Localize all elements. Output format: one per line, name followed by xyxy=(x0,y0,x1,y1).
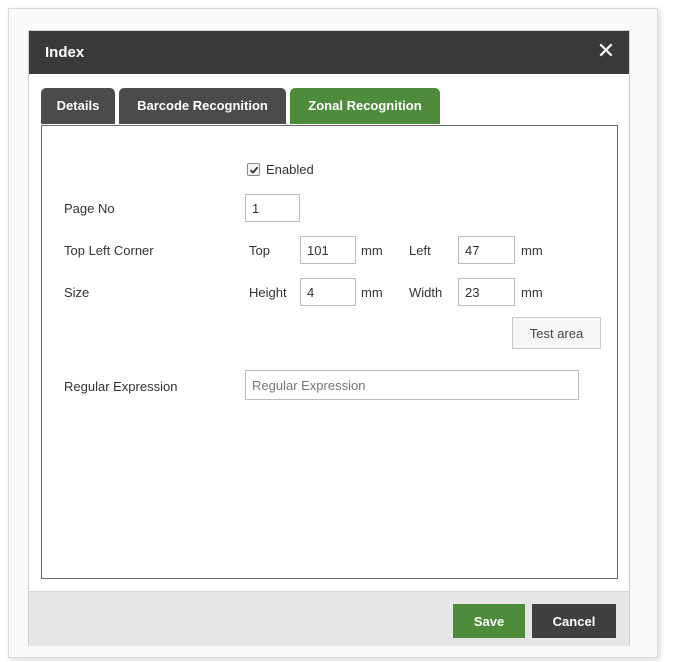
width-input[interactable] xyxy=(458,278,515,306)
regular-expression-label: Regular Expression xyxy=(64,379,178,394)
left-label: Left xyxy=(409,243,431,258)
checkmark-icon xyxy=(249,166,259,174)
enabled-label: Enabled xyxy=(266,162,314,177)
index-dialog: Index ✕ Details Barcode Recognition Zona… xyxy=(28,30,630,646)
save-button[interactable]: Save xyxy=(453,604,525,638)
top-input[interactable] xyxy=(300,236,356,264)
height-input[interactable] xyxy=(300,278,356,306)
top-label: Top xyxy=(249,243,270,258)
test-area-button[interactable]: Test area xyxy=(512,317,601,349)
zonal-recognition-panel: Enabled Page No Top Left Corner Top mm L… xyxy=(41,125,618,579)
top-left-corner-label: Top Left Corner xyxy=(64,243,154,258)
left-input[interactable] xyxy=(458,236,515,264)
left-unit: mm xyxy=(521,243,543,258)
tab-bar: Details Barcode Recognition Zonal Recogn… xyxy=(41,88,621,125)
tab-details[interactable]: Details xyxy=(41,88,115,124)
cancel-button[interactable]: Cancel xyxy=(532,604,616,638)
top-unit: mm xyxy=(361,243,383,258)
height-label: Height xyxy=(249,285,287,300)
dialog-footer: Save Cancel xyxy=(29,591,629,646)
tab-zonal-recognition[interactable]: Zonal Recognition xyxy=(290,88,440,124)
dialog-title: Index xyxy=(45,44,85,61)
dialog-titlebar: Index ✕ xyxy=(29,31,629,74)
enabled-checkbox[interactable] xyxy=(247,163,260,176)
size-label: Size xyxy=(64,285,90,300)
close-icon[interactable]: ✕ xyxy=(595,39,617,63)
regular-expression-input[interactable] xyxy=(245,370,579,400)
width-label: Width xyxy=(409,285,443,300)
width-unit: mm xyxy=(521,285,543,300)
page-no-input[interactable] xyxy=(245,194,300,222)
height-unit: mm xyxy=(361,285,383,300)
page-no-label: Page No xyxy=(64,201,115,216)
tab-barcode-recognition[interactable]: Barcode Recognition xyxy=(119,88,286,124)
